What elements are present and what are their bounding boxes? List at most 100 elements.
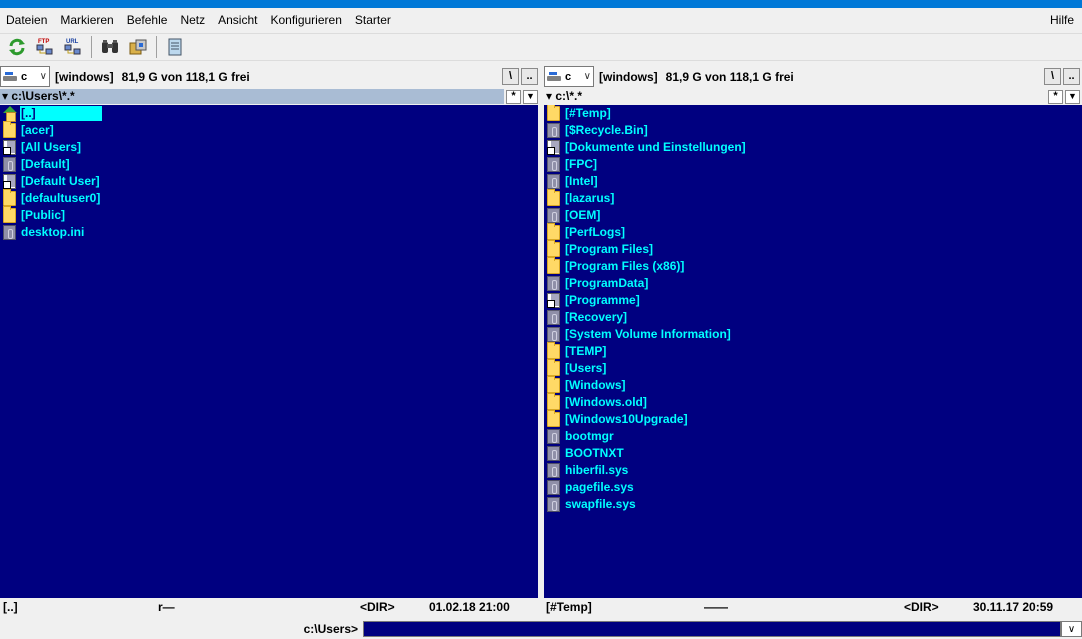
menu-ansicht[interactable]: Ansicht (212, 10, 264, 31)
folder-icon (547, 257, 560, 274)
refresh-button[interactable] (3, 35, 31, 59)
menu-netz[interactable]: Netz (174, 10, 212, 31)
right-drive-letter: c (565, 70, 572, 83)
right-root-button[interactable]: \ (1044, 68, 1061, 85)
menu-starter[interactable]: Starter (349, 10, 398, 31)
file-row[interactable]: [System Volume Information] (544, 326, 1082, 343)
left-path[interactable]: ▾ c:\Users\*.* (0, 89, 504, 104)
file-row[interactable]: [Default] (0, 156, 538, 173)
file-name: [Users] (565, 361, 607, 375)
link-folder-icon (3, 174, 16, 189)
file-row[interactable]: [Default User] (0, 173, 538, 190)
file-row[interactable]: [..] (0, 105, 538, 122)
left-filter-button[interactable]: * (506, 89, 521, 104)
file-row[interactable]: [Programme] (544, 292, 1082, 309)
file-name: [Windows] (565, 378, 626, 392)
right-drive-bar: c ∨ [windows] 81,9 G von 118,1 G frei \ .… (544, 66, 1082, 87)
left-parent-button[interactable]: .. (521, 68, 538, 85)
file-row[interactable]: [OEM] (544, 207, 1082, 224)
toolbar-separator (156, 36, 157, 58)
find-button[interactable] (96, 35, 124, 59)
file-row[interactable]: [Public] (0, 206, 538, 224)
file-row[interactable]: swapfile.sys (544, 496, 1082, 513)
file-name: [ProgramData] (565, 276, 649, 290)
ftp-button[interactable]: FTP (31, 35, 59, 59)
file-row[interactable]: pagefile.sys (544, 479, 1082, 496)
menu-bar: Dateien Markieren Befehle Netz Ansicht K… (0, 10, 1082, 31)
file-row[interactable]: [FPC] (544, 156, 1082, 173)
file-row[interactable]: [TEMP] (544, 342, 1082, 360)
link-folder-icon (547, 293, 560, 308)
system-folder-icon (547, 276, 560, 291)
ftp-icon: FTP (36, 39, 53, 55)
file-row[interactable]: [#Temp] (544, 105, 1082, 122)
right-parent-button[interactable]: .. (1063, 68, 1080, 85)
file-row[interactable]: hiberfil.sys (544, 462, 1082, 479)
menu-konfigurieren[interactable]: Konfigurieren (264, 10, 348, 31)
menu-dateien[interactable]: Dateien (0, 10, 54, 31)
file-name: [Dokumente und Einstellungen] (565, 140, 746, 154)
chevron-down-icon: ∨ (583, 71, 591, 82)
file-row[interactable]: [Windows] (544, 376, 1082, 394)
file-name: [acer] (21, 123, 54, 137)
system-folder-icon (547, 310, 560, 325)
command-line-input[interactable] (363, 621, 1061, 637)
menu-hilfe[interactable]: Hilfe (1044, 10, 1082, 31)
folder-icon (547, 342, 560, 359)
file-row[interactable]: bootmgr (544, 428, 1082, 445)
file-row[interactable]: [Intel] (544, 173, 1082, 190)
file-row[interactable]: [Recovery] (544, 309, 1082, 326)
left-volume-label: [windows] (55, 69, 114, 84)
archive-button[interactable] (124, 35, 152, 59)
file-name: swapfile.sys (565, 497, 636, 511)
file-row[interactable]: [Users] (544, 359, 1082, 377)
file-name: [Default User] (21, 174, 100, 188)
refresh-icon (9, 38, 25, 56)
file-row[interactable]: [Program Files (x86)] (544, 257, 1082, 275)
link-folder-icon (547, 140, 560, 155)
file-row[interactable]: desktop.ini (0, 224, 538, 241)
right-path[interactable]: ▾ c:\*.* (544, 89, 1046, 104)
right-path-bar: ▾ c:\*.* * ▼ (544, 89, 1082, 104)
right-drive-dropdown[interactable]: c ∨ (544, 66, 594, 87)
left-drive-dropdown[interactable]: c ∨ (0, 66, 50, 87)
file-row[interactable]: [lazarus] (544, 189, 1082, 207)
left-history-dropdown[interactable]: ▼ (523, 89, 538, 104)
file-row[interactable]: [Windows.old] (544, 393, 1082, 411)
right-volume-label: [windows] (599, 69, 658, 84)
left-status-bar: [..] r— <DIR> 01.02.18 21:00 (0, 598, 538, 615)
file-row[interactable]: [Dokumente und Einstellungen] (544, 139, 1082, 156)
left-file-panel[interactable]: [..] [acer] [All Users] [Default] [Default U… (0, 105, 538, 598)
file-name: [FPC] (565, 157, 597, 171)
find-icon (102, 40, 118, 53)
notepad-button[interactable] (161, 35, 189, 59)
menu-befehle[interactable]: Befehle (121, 10, 175, 31)
chevron-down-icon: ▼ (526, 91, 535, 101)
file-row[interactable]: [Program Files] (544, 240, 1082, 258)
file-name: [Public] (21, 208, 65, 222)
left-root-button[interactable]: \ (502, 68, 519, 85)
file-row[interactable]: [ProgramData] (544, 275, 1082, 292)
url-button[interactable]: URL (59, 35, 87, 59)
archive-icon (129, 39, 147, 55)
file-name: [Windows10Upgrade] (565, 412, 688, 426)
file-row[interactable]: [defaultuser0] (0, 189, 538, 207)
file-row[interactable]: [All Users] (0, 139, 538, 156)
file-row[interactable]: BOOTNXT (544, 445, 1082, 462)
file-name: BOOTNXT (565, 446, 624, 460)
file-icon (547, 429, 560, 444)
file-row[interactable]: [$Recycle.Bin] (544, 122, 1082, 139)
right-file-panel[interactable]: [#Temp] [$Recycle.Bin] [Dokumente und Eins… (544, 105, 1082, 598)
file-row[interactable]: [PerfLogs] (544, 223, 1082, 241)
right-history-dropdown[interactable]: ▼ (1065, 89, 1080, 104)
file-name: [Program Files (x86)] (565, 259, 685, 273)
file-name: [All Users] (21, 140, 82, 154)
command-history-dropdown[interactable]: ∨ (1061, 621, 1082, 637)
right-drive-info: [windows] 81,9 G von 118,1 G frei (599, 70, 794, 84)
menu-markieren[interactable]: Markieren (54, 10, 120, 31)
file-row[interactable]: [acer] (0, 121, 538, 139)
file-icon (547, 480, 560, 495)
right-filter-button[interactable]: * (1048, 89, 1063, 104)
file-row[interactable]: [Windows10Upgrade] (544, 410, 1082, 428)
file-name: bootmgr (565, 429, 614, 443)
